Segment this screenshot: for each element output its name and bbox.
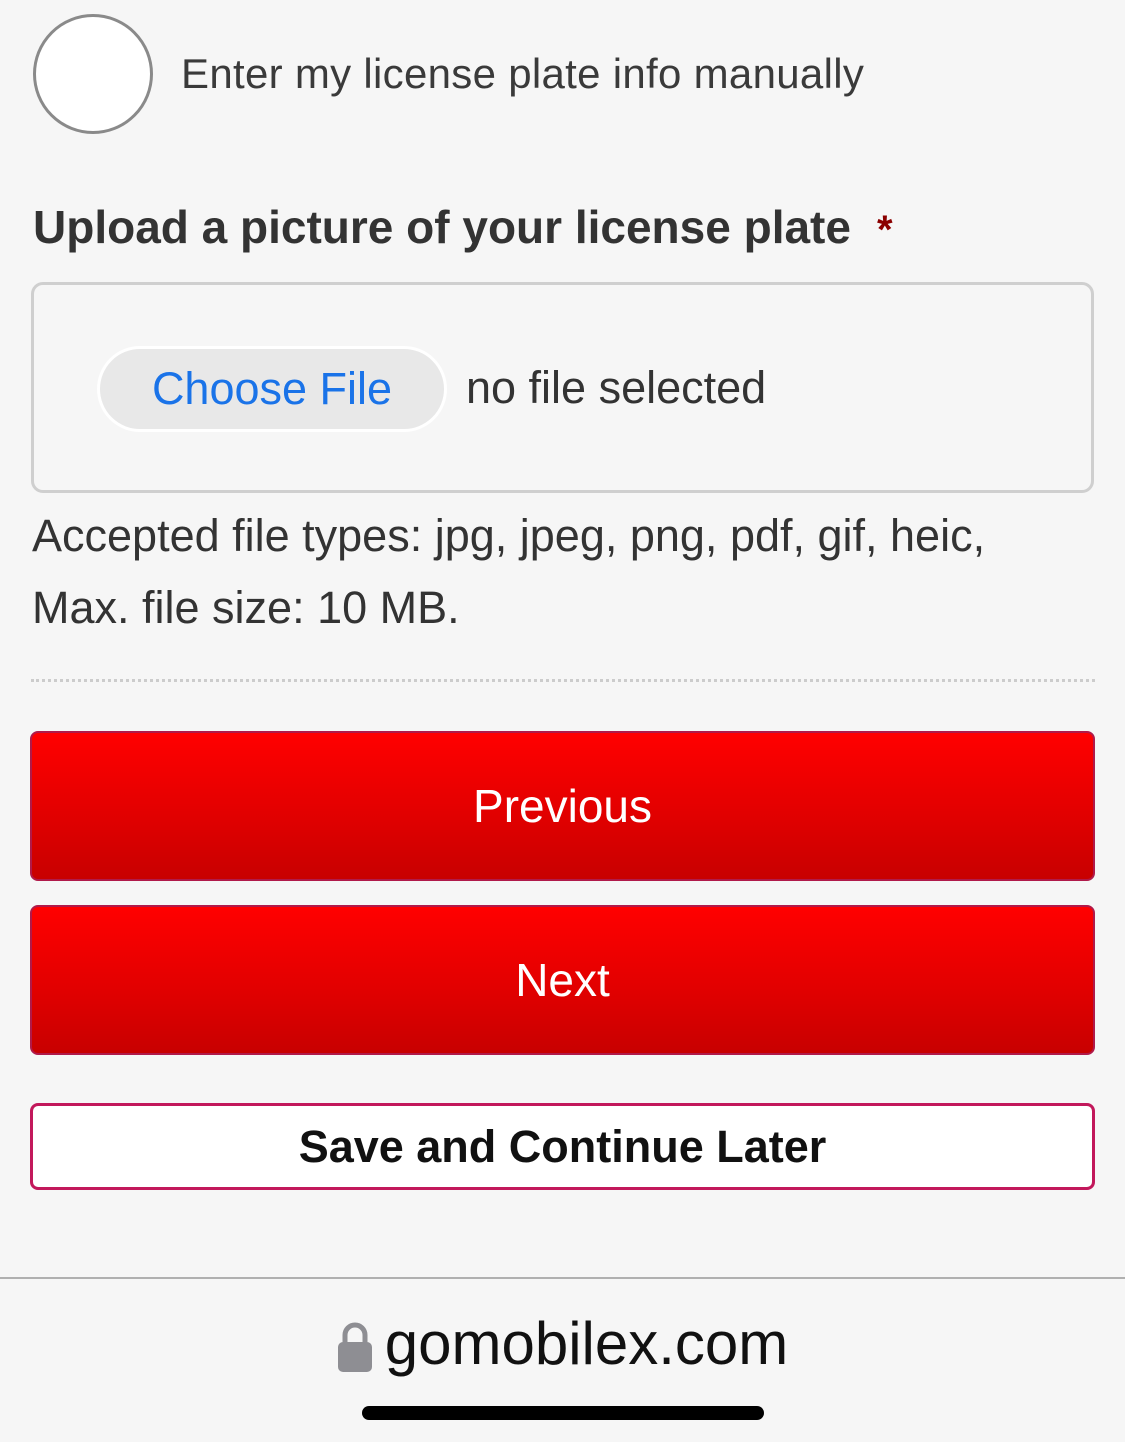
- home-indicator[interactable]: [362, 1406, 764, 1420]
- accepted-file-types: Accepted file types: jpg, jpeg, png, pdf…: [32, 510, 986, 561]
- upload-label-text: Upload a picture of your license plate: [33, 201, 851, 253]
- file-status-text: no file selected: [466, 362, 767, 413]
- upload-field-label: Upload a picture of your license plate *: [33, 200, 893, 254]
- accepted-file-info: Accepted file types: jpg, jpeg, png, pdf…: [32, 500, 1102, 644]
- max-file-size: Max. file size: 10 MB.: [32, 582, 460, 633]
- lock-icon: [337, 1322, 372, 1372]
- url-text[interactable]: gomobilex.com: [385, 1309, 789, 1378]
- save-and-continue-later-button[interactable]: Save and Continue Later: [30, 1103, 1095, 1190]
- file-upload-box[interactable]: Choose File no file selected: [31, 282, 1094, 493]
- next-button[interactable]: Next: [30, 905, 1095, 1055]
- required-asterisk: *: [876, 208, 893, 252]
- browser-bottom-bar: gomobilex.com: [0, 1277, 1125, 1442]
- manual-entry-option[interactable]: Enter my license plate info manually: [33, 10, 864, 138]
- manual-entry-radio[interactable]: [33, 14, 153, 134]
- section-divider: [31, 679, 1095, 682]
- address-bar[interactable]: gomobilex.com: [0, 1309, 1125, 1378]
- choose-file-button[interactable]: Choose File: [97, 346, 447, 432]
- previous-button[interactable]: Previous: [30, 731, 1095, 881]
- manual-entry-label[interactable]: Enter my license plate info manually: [181, 50, 864, 98]
